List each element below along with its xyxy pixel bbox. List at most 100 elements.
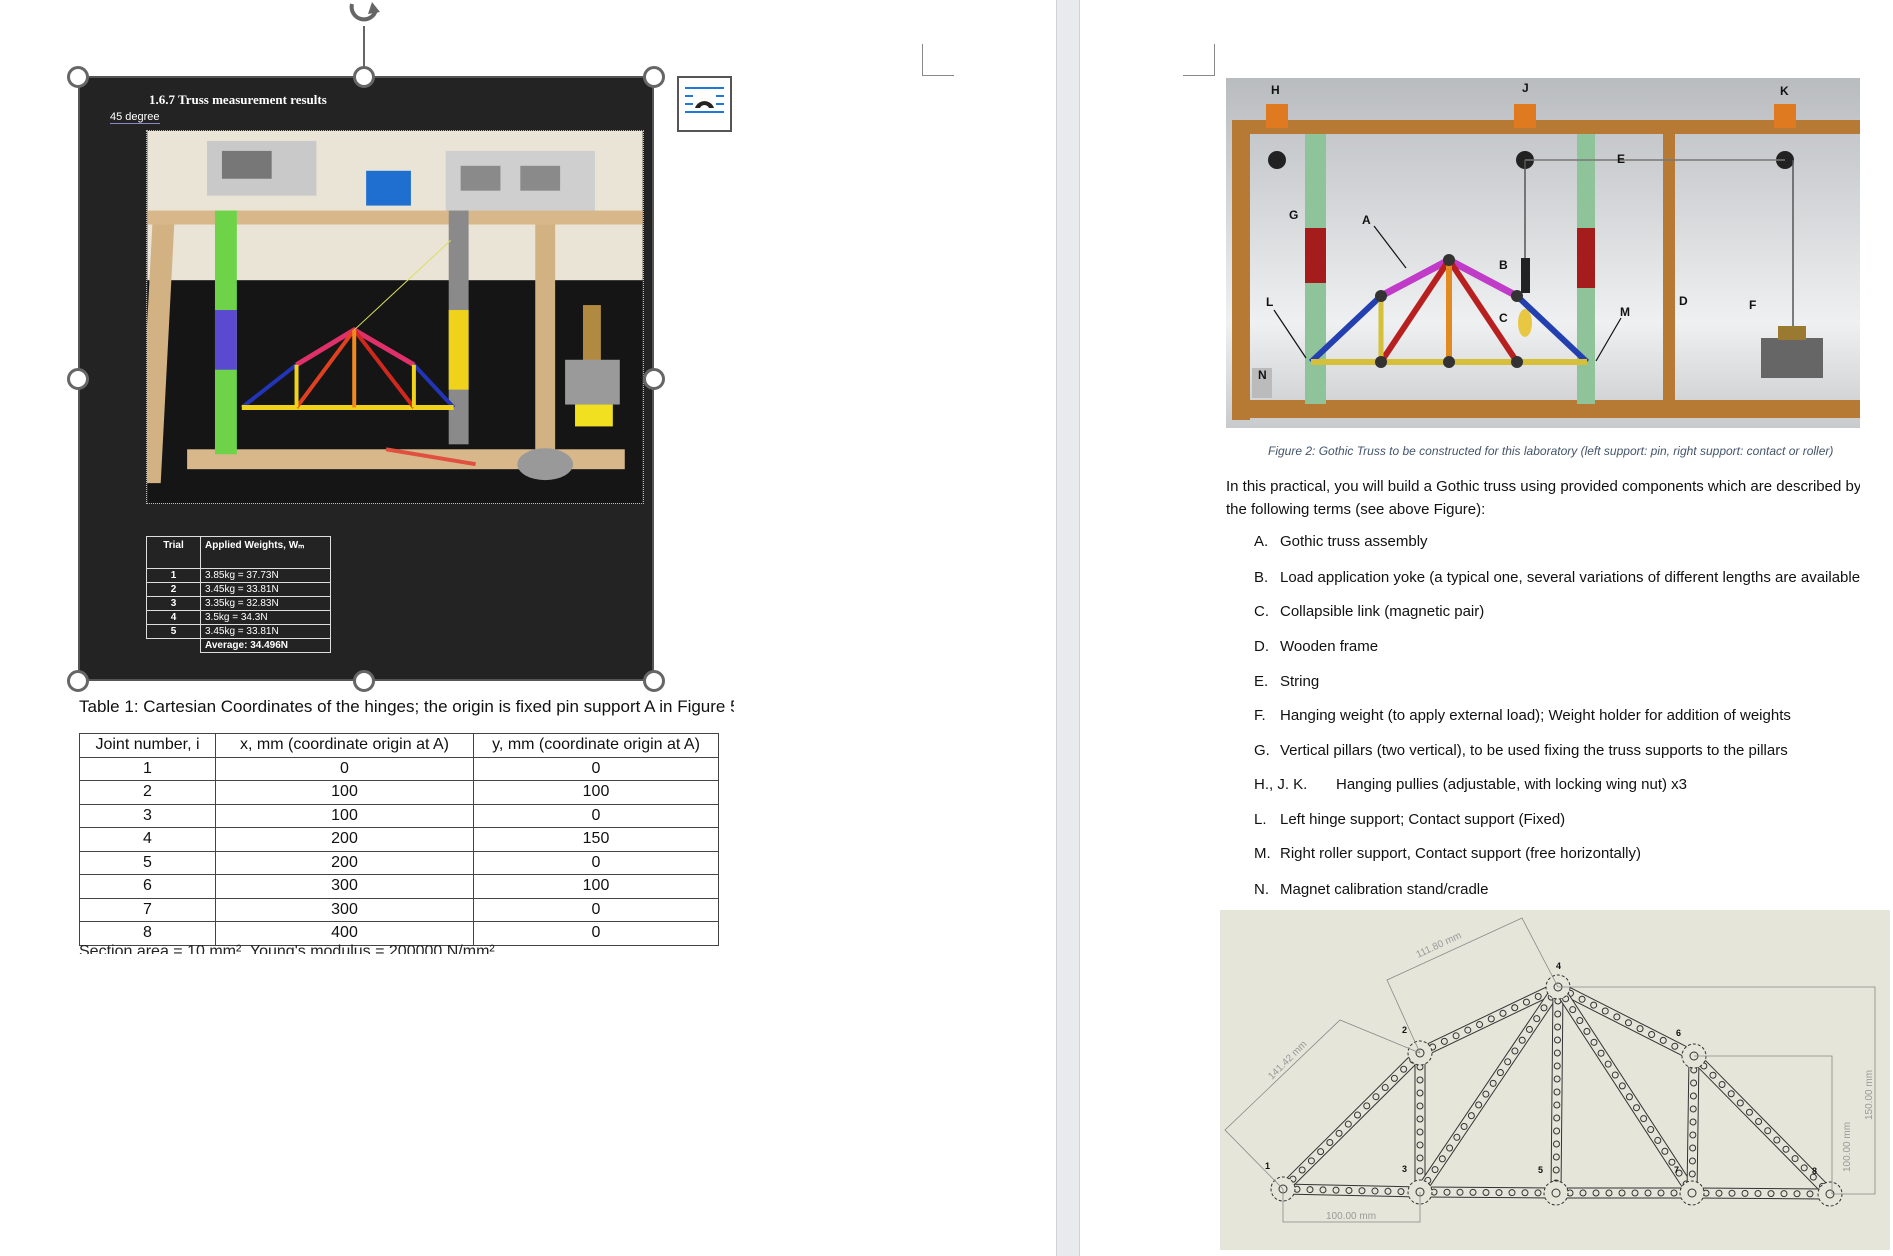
- list-letter: H., J. K.: [1254, 776, 1308, 793]
- joint-number: 8: [1812, 1166, 1817, 1176]
- list-item: D. Wooden frame: [1254, 638, 1860, 655]
- cell: 400: [215, 921, 474, 946]
- header-weights: Applied Weights, Wₘ: [200, 536, 331, 569]
- table-row: 5 200 0: [79, 850, 719, 875]
- list-letter: B.: [1254, 569, 1269, 586]
- layout-options-icon: [685, 87, 724, 113]
- list-letter: F.: [1254, 707, 1266, 724]
- resize-handle-top[interactable]: [353, 66, 375, 88]
- list-text: Magnet calibration stand/cradle: [1280, 881, 1489, 898]
- cell: 300: [215, 897, 474, 922]
- label-H: H: [1271, 83, 1280, 97]
- coordinates-table: Joint number, i x, mm (coordinate origin …: [79, 733, 719, 946]
- header-joint: Joint number, i: [79, 733, 216, 758]
- rotate-handle[interactable]: [342, 0, 386, 76]
- table-row: Average: 34.496N: [147, 638, 331, 653]
- joint-number: 2: [1402, 1025, 1407, 1035]
- margin-corner-mark: [922, 44, 954, 76]
- list-item: M. Right roller support, Contact support …: [1254, 845, 1860, 862]
- truss-member: [1691, 1187, 1831, 1200]
- label-N: N: [1258, 368, 1267, 382]
- list-letter: D.: [1254, 638, 1269, 655]
- table-row: 4 3.5kg = 34.3N: [146, 610, 331, 625]
- list-text: Hanging pullies (adjustable, with lockin…: [1336, 776, 1688, 793]
- cell: 3.45kg = 33.81N: [200, 582, 331, 597]
- label-D: D: [1679, 294, 1688, 308]
- list-text: Load application yoke (a typical one, se…: [1280, 569, 1860, 586]
- lab-setup-photo: [146, 130, 644, 504]
- table-row: 7 300 0: [79, 897, 719, 922]
- label-B: B: [1499, 258, 1508, 272]
- list-item: G. Vertical pillars (two vertical), to be…: [1254, 742, 1860, 759]
- cell: 3: [146, 596, 201, 611]
- list-item: E. String: [1254, 673, 1860, 690]
- layout-options-button[interactable]: [677, 76, 732, 132]
- label-J: J: [1522, 81, 1529, 95]
- table-row: 2 100 100: [79, 780, 719, 805]
- table-row: 6 300 100: [79, 874, 719, 899]
- list-item: L. Left hinge support; Contact support (F…: [1254, 811, 1860, 828]
- cell: 100: [473, 874, 719, 899]
- resize-handle-top-left[interactable]: [67, 66, 89, 88]
- cell: 3.85kg = 37.73N: [200, 568, 331, 583]
- cell: 100: [473, 780, 719, 805]
- table-row: 2 3.45kg = 33.81N: [146, 582, 331, 597]
- cell: 3.35kg = 32.83N: [200, 596, 331, 611]
- list-item: N. Magnet calibration stand/cradle: [1254, 881, 1860, 898]
- header-y: y, mm (coordinate origin at A): [473, 733, 719, 758]
- truss-member: [1550, 986, 1564, 1194]
- list-letter: M.: [1254, 845, 1271, 862]
- label-F: F: [1749, 298, 1756, 312]
- table-row: 5 3.45kg = 33.81N: [146, 624, 331, 639]
- truss-member: [1686, 1055, 1700, 1194]
- list-item: F. Hanging weight (to apply external load…: [1254, 707, 1860, 724]
- resize-handle-bottom-left[interactable]: [67, 670, 89, 692]
- list-text: Hanging weight (to apply external load);…: [1280, 707, 1791, 724]
- cell: 100: [215, 780, 474, 805]
- label-M: M: [1620, 305, 1630, 319]
- resize-handle-bottom-right[interactable]: [643, 670, 665, 692]
- table-caption: Table 1: Cartesian Coordinates of the hi…: [79, 697, 734, 716]
- list-text: Right roller support, Contact support (f…: [1280, 845, 1641, 862]
- list-letter: E.: [1254, 673, 1269, 690]
- list-text: Wooden frame: [1280, 638, 1379, 655]
- list-letter: C.: [1254, 603, 1269, 620]
- image-subheading: 45 degree: [110, 111, 160, 124]
- cut-off-text: Section area = 10 mm², Young's modulus =…: [79, 944, 495, 954]
- cell: 0: [473, 756, 719, 781]
- label-L: L: [1266, 295, 1273, 309]
- list-item: B. Load application yoke (a typical one, …: [1254, 569, 1860, 586]
- list-text: Vertical pillars (two vertical), to be u…: [1280, 742, 1788, 759]
- resize-handle-top-right[interactable]: [643, 66, 665, 88]
- cell: 2: [79, 780, 216, 805]
- resize-handle-bottom[interactable]: [353, 670, 375, 692]
- table-row: 8 400 0: [79, 921, 719, 946]
- resize-handle-left[interactable]: [67, 368, 89, 390]
- list-item: A. Gothic truss assembly: [1254, 533, 1860, 550]
- cell: 4: [146, 610, 201, 625]
- cell: 8: [79, 921, 216, 946]
- cell: 1: [146, 568, 201, 583]
- table-row: 1 3.85kg = 37.73N: [146, 568, 331, 583]
- joint-number: 4: [1556, 961, 1561, 971]
- label-E: E: [1617, 152, 1625, 166]
- table-row: 3 100 0: [79, 803, 719, 828]
- joint-number: 5: [1538, 1165, 1543, 1175]
- dim-100-vertical: 100.00 mm: [1842, 1122, 1853, 1172]
- list-item: H., J. K. Hanging pullies (adjustable, wi…: [1254, 776, 1860, 793]
- weights-table: Trial Applied Weights, Wₘ 1 3.85kg = 37.73…: [146, 536, 331, 653]
- resize-handle-right[interactable]: [643, 368, 665, 390]
- joint-number: 6: [1676, 1028, 1681, 1038]
- cell: 100: [215, 803, 474, 828]
- header-x: x, mm (coordinate origin at A): [215, 733, 474, 758]
- list-letter: G.: [1254, 742, 1270, 759]
- cell: 7: [79, 897, 216, 922]
- figure-caption: Figure 2: Gothic Truss to be constructed…: [1268, 444, 1834, 458]
- joint-hub: [1679, 1180, 1705, 1206]
- cell: 1: [79, 756, 216, 781]
- table-row: 3 3.35kg = 32.83N: [146, 596, 331, 611]
- dim-150-vertical: 150.00 mm: [1864, 1070, 1875, 1120]
- paragraph-line: the following terms (see above Figure):: [1226, 501, 1486, 518]
- cell: 0: [473, 803, 719, 828]
- cell: 5: [79, 850, 216, 875]
